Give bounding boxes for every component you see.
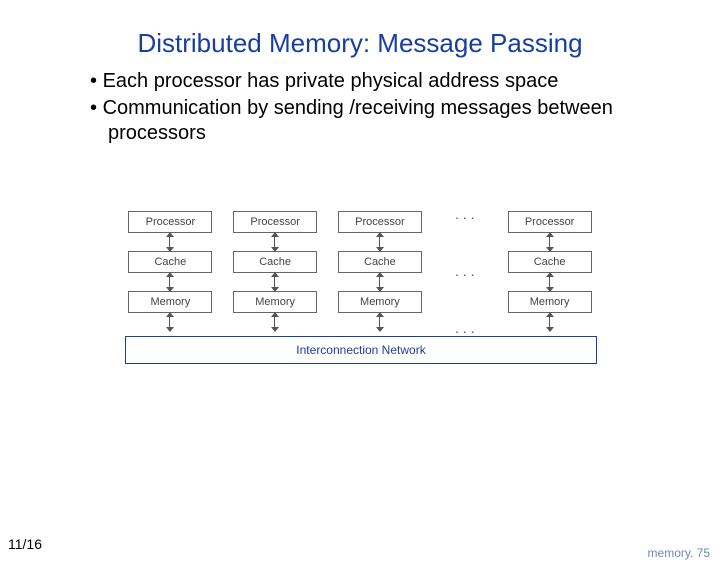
bullet-item: Communication by sending /receiving mess… [90,96,680,146]
memory-box: Memory [338,291,422,313]
slide-date: 11/16 [8,536,42,552]
bidir-arrow-icon [164,273,176,291]
interconnection-network-box: Interconnection Network [125,336,597,364]
processor-box: Processor [508,211,592,233]
bullet-item: Each processor has private physical addr… [90,69,680,94]
bidir-arrow-icon [374,313,386,331]
ellipsis-column: . . . . . . . . . [425,206,504,336]
memory-box: Memory [233,291,317,313]
bidir-arrow-icon [544,233,556,251]
bidir-arrow-icon [164,233,176,251]
memory-box: Memory [508,291,592,313]
processor-box: Processor [233,211,317,233]
cache-box: Cache [338,251,422,273]
bidir-arrow-icon [374,233,386,251]
bidir-arrow-icon [164,313,176,331]
bidir-arrow-icon [544,273,556,291]
bidir-arrow-icon [269,313,281,331]
ellipsis-icon: . . . [455,263,474,279]
memory-box: Memory [128,291,212,313]
ellipsis-icon: . . . [455,320,474,336]
cache-box: Cache [128,251,212,273]
node-stack: Processor Cache Memory [230,211,321,331]
architecture-diagram: Processor Cache Memory Processor Cache M… [125,206,595,364]
slide-title: Distributed Memory: Message Passing [0,28,720,59]
bidir-arrow-icon [544,313,556,331]
bullet-list: Each processor has private physical addr… [50,69,680,146]
bidir-arrow-icon [374,273,386,291]
ellipsis-icon: . . . [455,206,474,222]
cache-box: Cache [233,251,317,273]
node-stack: Processor Cache Memory [504,211,595,331]
node-stack: Processor Cache Memory [125,211,216,331]
slide-number: memory. 75 [648,546,710,560]
bidir-arrow-icon [269,273,281,291]
processor-box: Processor [128,211,212,233]
bidir-arrow-icon [269,233,281,251]
cache-box: Cache [508,251,592,273]
processor-box: Processor [338,211,422,233]
node-stack: Processor Cache Memory [335,211,426,331]
